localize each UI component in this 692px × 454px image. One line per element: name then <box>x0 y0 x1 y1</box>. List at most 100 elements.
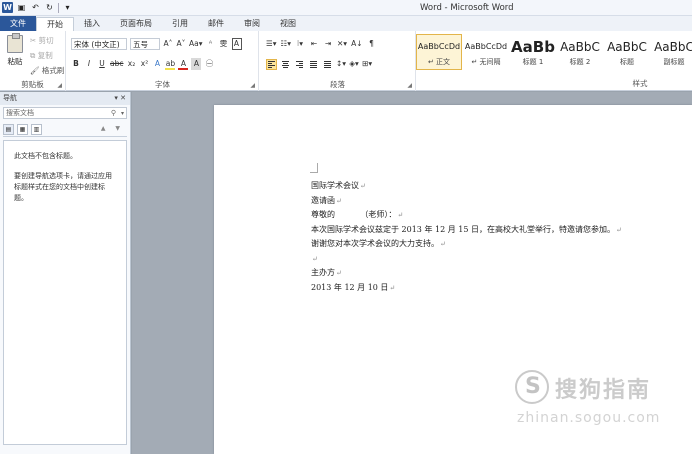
distributed-button[interactable] <box>322 59 333 70</box>
save-icon[interactable]: ▣ <box>16 2 27 13</box>
style-sample: AaBbC <box>560 40 600 54</box>
bullets-button[interactable]: ☰▾ <box>266 38 277 50</box>
numbering-button[interactable]: ☷▾ <box>281 38 292 50</box>
show-marks-button[interactable]: ¶ <box>366 38 376 50</box>
nav-arrows-icon[interactable]: ▲ ▼ <box>101 125 124 132</box>
underline-button[interactable]: U <box>97 58 107 70</box>
style-heading-1[interactable]: AaBb 标题 1 <box>510 34 556 70</box>
search-options-icon[interactable]: ▾ <box>121 108 124 119</box>
nav-pane-title: 导航 <box>3 94 17 102</box>
style-subtitle[interactable]: AaBbC 副标题 <box>651 34 692 70</box>
nav-tab-pages-icon[interactable]: ▦ <box>17 124 28 135</box>
font-group-label: 字体 <box>155 80 170 89</box>
paragraph-launcher-icon[interactable]: ◢ <box>407 82 412 89</box>
tab-review[interactable]: 审阅 <box>234 17 270 31</box>
grow-font-button[interactable]: A˄ <box>163 38 173 50</box>
copy-button[interactable]: ⧉ 复制 <box>30 50 64 61</box>
cut-button[interactable]: ✂ 剪切 <box>30 35 64 46</box>
justify-button[interactable] <box>308 59 319 70</box>
paste-button[interactable]: 粘贴 <box>4 33 26 67</box>
search-icon[interactable]: ⚲ <box>111 108 116 119</box>
nav-tab-headings-icon[interactable]: ▤ <box>3 124 14 135</box>
enclose-characters-button[interactable]: ㊀ <box>204 58 214 70</box>
nav-hint-message: 要创建导航选项卡，请通过应用标题样式在您的文档中创建标题。 <box>14 172 112 202</box>
nav-pane-header: 导航 ▾ ✕ <box>0 92 130 105</box>
tab-insert[interactable]: 插入 <box>74 17 110 31</box>
document-body[interactable]: 国际学术会议↵ 邀请函↵ 尊敬的 （老师）：↵ 本次国际学术会议兹定于 2013… <box>311 179 671 295</box>
doc-line-text: 谢谢您对本次学术会议的大力支持。 <box>311 239 439 248</box>
align-center-button[interactable] <box>280 59 291 70</box>
paragraph-group: ☰▾ ☷▾ ⁝▾ ⇤ ⇥ ✕▾ A↓ ¶ ↕▾ ◈▾ ⊞▾ 段落 ◢ <box>260 31 416 91</box>
multilevel-list-button[interactable]: ⁝▾ <box>295 38 305 50</box>
tab-page-layout[interactable]: 页面布局 <box>110 17 162 31</box>
borders-button[interactable]: ⊞▾ <box>362 58 372 70</box>
character-border-button[interactable]: A <box>231 38 242 50</box>
doc-line[interactable]: 主办方↵ <box>311 266 671 281</box>
style-normal[interactable]: AaBbCcDd ↵ 正文 <box>416 34 462 70</box>
title-bar: W ▣ ↶ ↻ ▾ Word - Microsoft Word <box>0 0 692 16</box>
doc-line[interactable]: 本次国际学术会议兹定于 2013 年 12 月 15 日，在高校大礼堂举行，特邀… <box>311 223 671 238</box>
paragraph-mark: ↵ <box>336 196 342 205</box>
text-effects-button[interactable]: A <box>152 58 162 70</box>
doc-line[interactable]: 尊敬的 （老师）：↵ <box>311 208 671 223</box>
style-heading-2[interactable]: AaBbC 标题 2 <box>557 34 603 70</box>
paragraph-shading-button[interactable]: ◈▾ <box>349 58 359 70</box>
doc-line[interactable]: 国际学术会议↵ <box>311 179 671 194</box>
tab-references[interactable]: 引用 <box>162 17 198 31</box>
styles-group-label: 样式 <box>632 79 648 88</box>
tab-home[interactable]: 开始 <box>36 17 74 31</box>
style-name: ↵ 无间隔 <box>471 58 501 66</box>
tab-file[interactable]: 文件 <box>0 16 36 31</box>
paragraph-mark: ↵ <box>360 182 366 190</box>
font-group: 宋体 (中文正) 五号 A˄ A˅ Aa▾ ᴬ 雯 A B I U abc x₂… <box>67 31 259 91</box>
tab-mailings[interactable]: 邮件 <box>198 17 234 31</box>
nav-tab-results-icon[interactable]: ▥ <box>31 124 42 135</box>
doc-line[interactable]: 邀请函↵ <box>311 194 671 209</box>
doc-line-text: 2013 年 12 月 10 日 <box>311 282 389 292</box>
doc-line-text: 国际学术会议 <box>311 181 359 190</box>
increase-indent-button[interactable]: ⇥ <box>323 38 333 50</box>
format-painter-button[interactable]: 🖌 格式刷 <box>30 65 64 76</box>
italic-button[interactable]: I <box>84 58 94 70</box>
nav-pane-close-icon[interactable]: ▾ ✕ <box>114 92 126 105</box>
shrink-font-button[interactable]: A˅ <box>176 38 186 50</box>
font-size-combo[interactable]: 五号 <box>130 38 160 50</box>
undo-icon[interactable]: ↶ <box>30 2 41 13</box>
clear-format-button[interactable]: ᴬ <box>206 38 216 50</box>
strikethrough-button[interactable]: abc <box>110 58 123 70</box>
tab-view[interactable]: 视图 <box>270 17 306 31</box>
subscript-button[interactable]: x₂ <box>126 58 136 70</box>
bold-button[interactable]: B <box>71 58 81 70</box>
highlight-button[interactable]: ab <box>165 58 176 70</box>
doc-line[interactable]: 2013 年 12 月 10 日↵ <box>311 281 671 296</box>
change-case-button[interactable]: Aa▾ <box>189 38 203 50</box>
character-shading-button[interactable]: A <box>191 58 202 70</box>
style-sample: AaBbC <box>607 40 647 54</box>
align-left-button[interactable] <box>266 58 277 70</box>
style-title[interactable]: AaBbC 标题 <box>604 34 650 70</box>
font-name-combo[interactable]: 宋体 (中文正) <box>71 38 127 50</box>
doc-line[interactable]: ↵ <box>311 252 671 267</box>
word-logo-icon[interactable]: W <box>2 2 13 13</box>
clipboard-launcher-icon[interactable]: ◢ <box>57 82 62 89</box>
style-no-spacing[interactable]: AaBbCcDd ↵ 无间隔 <box>463 34 509 70</box>
customize-qat-icon[interactable]: ▾ <box>62 2 73 13</box>
chinese-layout-button[interactable]: ✕▾ <box>337 38 347 50</box>
sort-button[interactable]: A↓ <box>351 38 362 50</box>
decrease-indent-button[interactable]: ⇤ <box>309 38 319 50</box>
style-sample: AaBb <box>511 38 555 56</box>
clipboard-group-label: 剪贴板 <box>21 80 44 89</box>
font-launcher-icon[interactable]: ◢ <box>250 82 255 89</box>
line-spacing-button[interactable]: ↕▾ <box>336 58 346 70</box>
nav-search-input[interactable]: 搜索文档 ⚲ ▾ <box>3 107 127 119</box>
doc-line-text: 本次国际学术会议兹定于 2013 年 12 月 15 日，在高校大礼堂举行，特邀… <box>311 224 615 234</box>
nav-tabs: ▤ ▦ ▥ ▲ ▼ <box>3 123 127 137</box>
doc-line[interactable]: 谢谢您对本次学术会议的大力支持。↵ <box>311 237 671 252</box>
redo-icon[interactable]: ↻ <box>44 2 55 13</box>
ribbon: 粘贴 ✂ 剪切 ⧉ 复制 🖌 格式刷 剪贴板 ◢ 宋体 (中文正) 五号 A˄ … <box>0 31 692 91</box>
paragraph-group-label: 段落 <box>330 80 345 89</box>
font-color-button[interactable]: A <box>178 58 189 70</box>
superscript-button[interactable]: x² <box>139 58 149 70</box>
align-right-button[interactable] <box>294 59 305 70</box>
phonetic-guide-button[interactable]: 雯 <box>219 38 229 50</box>
